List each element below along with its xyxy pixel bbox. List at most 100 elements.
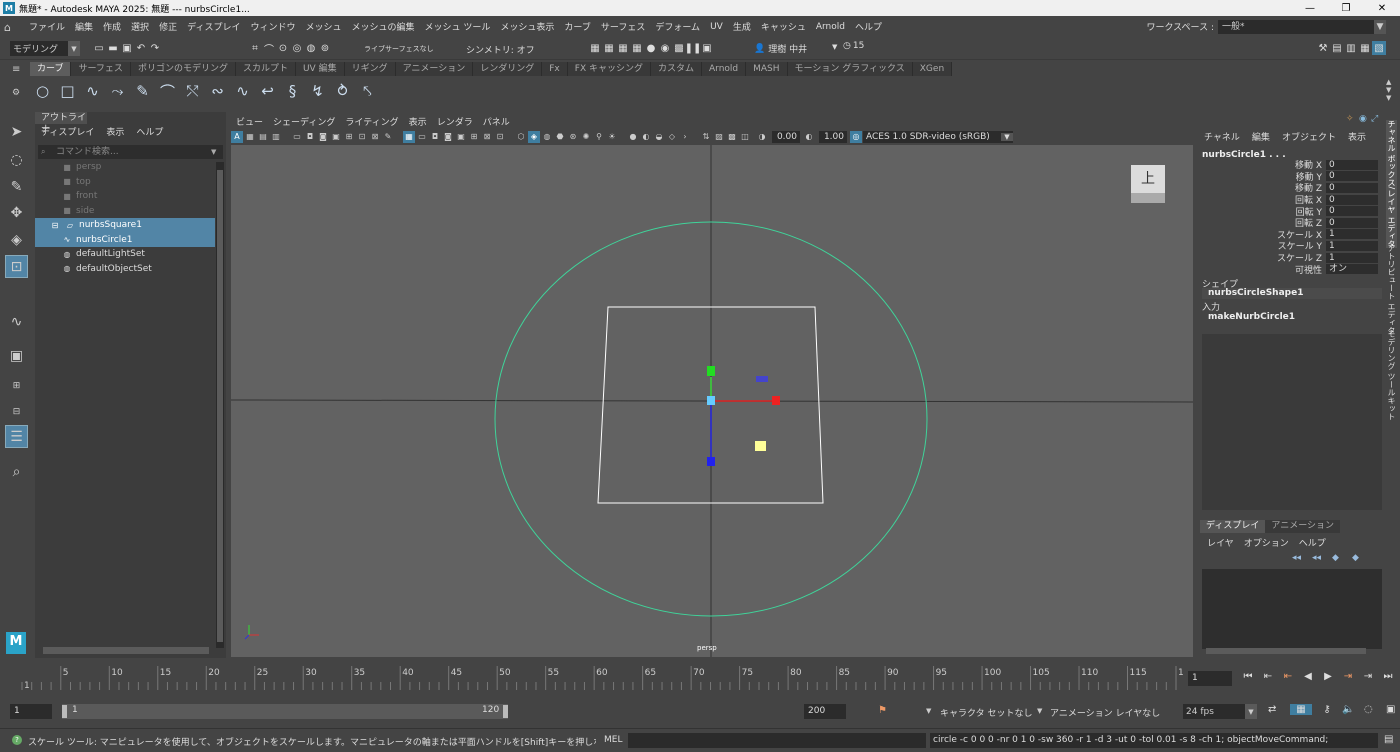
- attr-value[interactable]: 0: [1326, 182, 1378, 193]
- outliner-menu-show[interactable]: 表示: [100, 125, 130, 139]
- input-node[interactable]: makeNurbCircle1: [1202, 312, 1382, 323]
- attr-value[interactable]: 0: [1326, 194, 1378, 205]
- outliner-vertical-scrollbar[interactable]: [216, 162, 224, 648]
- default-material-icon[interactable]: ◙: [442, 131, 454, 143]
- add-points-icon[interactable]: ⤣: [355, 79, 380, 103]
- menu-arnold[interactable]: Arnold: [811, 22, 850, 32]
- light-icon[interactable]: ☀: [606, 131, 618, 143]
- view-cube[interactable]: 上: [1131, 165, 1167, 205]
- grid-toggle-icon[interactable]: ▭: [291, 131, 303, 143]
- scale-tool-icon[interactable]: ⊡: [5, 255, 28, 278]
- snap-surface-icon[interactable]: ◍: [304, 41, 318, 55]
- scale-plane-handle-yellow[interactable]: [755, 441, 766, 451]
- layer-menu-layers[interactable]: レイヤ: [1202, 536, 1239, 549]
- clock-count[interactable]: 15: [853, 41, 864, 51]
- outliner-item-side[interactable]: ■ side: [35, 204, 215, 219]
- move-layer-up-icon[interactable]: ◂◂: [1292, 553, 1312, 563]
- shelf-tab-arnold[interactable]: Arnold: [702, 62, 747, 76]
- minimize-button[interactable]: —: [1292, 3, 1328, 14]
- anim-layer-dropdown[interactable]: アニメーション レイヤなし: [1050, 706, 1160, 719]
- range-start-handle[interactable]: [62, 705, 67, 718]
- menu-edit-mesh[interactable]: メッシュの編集: [346, 20, 419, 33]
- go-to-start-icon[interactable]: ⏮: [1238, 671, 1258, 686]
- menu-select[interactable]: 選択: [126, 20, 154, 33]
- use-all-lights-icon[interactable]: ⊞: [468, 131, 480, 143]
- menu-surfaces[interactable]: サーフェス: [596, 20, 650, 33]
- chevron-down-icon[interactable]: ▼: [1037, 707, 1042, 715]
- attr-value[interactable]: 1: [1326, 229, 1378, 240]
- shadows-icon[interactable]: ⊠: [481, 131, 493, 143]
- sound-icon[interactable]: 🔈: [1342, 704, 1364, 715]
- outliner-item-nurbssquare1[interactable]: ⊟ ▱ nurbsSquare1: [35, 218, 215, 233]
- render-settings-icon[interactable]: ▦: [616, 41, 630, 55]
- outliner-menu-display[interactable]: ディスプレイ: [35, 125, 100, 139]
- select-tool-icon[interactable]: ➤: [5, 120, 28, 143]
- gamma-field[interactable]: 1.00: [819, 130, 847, 143]
- command-input[interactable]: [628, 733, 926, 748]
- scale-handle-z[interactable]: [707, 457, 715, 466]
- fps-dropdown[interactable]: 24 fps ▼: [1183, 704, 1257, 719]
- detach-curves-icon[interactable]: ∿: [230, 79, 255, 103]
- scale-plane-handle[interactable]: [756, 376, 768, 382]
- expand-icon[interactable]: ⊟: [49, 221, 61, 230]
- attr-value[interactable]: オン: [1326, 264, 1378, 275]
- shelf-tab-sculpting[interactable]: スカルプト: [235, 62, 296, 76]
- chevron-down-icon[interactable]: ▼: [211, 148, 216, 156]
- menu-curves[interactable]: カーブ: [559, 20, 595, 33]
- shelf-scroll-arrows[interactable]: ▲ ▼ ▼: [1386, 78, 1391, 102]
- save-scene-icon[interactable]: ▣: [120, 41, 134, 55]
- colorspace-dropdown[interactable]: ACES 1.0 SDR-video (sRGB) ▼: [863, 130, 1013, 143]
- nurbs-square-icon[interactable]: □: [55, 79, 80, 103]
- menu-display[interactable]: ディスプレイ: [182, 20, 245, 33]
- script-language-toggle[interactable]: MEL: [604, 735, 622, 745]
- shelf-tab-mash[interactable]: MASH: [746, 62, 788, 76]
- undo-icon[interactable]: ↶: [134, 41, 148, 55]
- curve-tool-icon[interactable]: ∿: [5, 310, 28, 333]
- safe-title-icon[interactable]: ⊠: [369, 131, 381, 143]
- snap-grid-icon[interactable]: ⌗: [248, 41, 262, 55]
- outliner-tab[interactable]: アウトライナ: [35, 112, 87, 135]
- camera-attributes-icon[interactable]: ▦: [244, 131, 256, 143]
- lasso-tool-icon[interactable]: ◌: [5, 148, 28, 171]
- auto-key-icon[interactable]: ⚑: [878, 705, 887, 716]
- pencil-curve-icon[interactable]: ✎: [130, 79, 155, 103]
- live-surface-value[interactable]: サーフェスなし: [385, 44, 434, 54]
- hypershade-icon[interactable]: ▦: [630, 41, 644, 55]
- channelbox-menu-show[interactable]: 表示: [1342, 130, 1372, 143]
- chevron-down-icon[interactable]: ▼: [1374, 19, 1386, 34]
- viewport-3d[interactable]: 上: [230, 145, 1194, 657]
- menu-generate[interactable]: 生成: [728, 20, 756, 33]
- move-layer-down-icon[interactable]: ◂◂: [1312, 553, 1332, 563]
- menu-mesh-display[interactable]: メッシュ表示: [495, 20, 559, 33]
- channelbox-menu-edit[interactable]: 編集: [1246, 130, 1276, 143]
- menu-cache[interactable]: キャッシュ: [756, 20, 811, 33]
- select-camera-icon[interactable]: A: [231, 130, 243, 143]
- menu-modify[interactable]: 修正: [154, 20, 182, 33]
- outliner-search-input[interactable]: コマンド検索...: [38, 145, 223, 159]
- tool-settings-icon[interactable]: ▥: [1344, 41, 1358, 55]
- tab-animation-layers[interactable]: アニメーション: [1265, 520, 1341, 533]
- viewport-menu-panels[interactable]: パネル: [478, 115, 515, 128]
- chevron-down-icon[interactable]: ▼: [926, 707, 931, 715]
- field-chart-icon[interactable]: ⊞: [343, 131, 355, 143]
- new-layer-icon[interactable]: ◆: [1332, 553, 1352, 563]
- outliner-item-persp[interactable]: ■ persp: [35, 160, 215, 175]
- viewport-menu-show[interactable]: 表示: [404, 115, 432, 128]
- step-back-frame-icon[interactable]: ⇤: [1258, 671, 1278, 686]
- attribute-editor-icon[interactable]: ▤: [1330, 41, 1344, 55]
- scale-handle-y[interactable]: [707, 366, 715, 376]
- settings-icon[interactable]: ⤢: [1371, 114, 1378, 124]
- snap-point-icon[interactable]: ⊙: [276, 41, 290, 55]
- stereo-icon[interactable]: ▩: [726, 131, 738, 143]
- wireframe-on-shaded-icon[interactable]: ⊡: [494, 131, 506, 143]
- pause-icon[interactable]: ❚❚: [685, 41, 702, 55]
- scale-handle-x[interactable]: [772, 396, 780, 405]
- snapshot-icon[interactable]: ▣: [700, 41, 714, 55]
- tools-icon[interactable]: ◉: [1359, 114, 1367, 124]
- gamma-icon[interactable]: ◐: [803, 131, 815, 143]
- character-set-dropdown[interactable]: キャラクタ セットなし: [940, 706, 1033, 719]
- view-cube-top-face[interactable]: 上: [1131, 165, 1165, 193]
- channelbox-menu-object[interactable]: オブジェクト: [1276, 130, 1342, 143]
- tab-channel-box-layer-editor[interactable]: チャネル ボックス/レイヤ エディタ: [1386, 120, 1397, 248]
- symmetry-dropdown[interactable]: シンメトリ: オフ: [466, 43, 535, 56]
